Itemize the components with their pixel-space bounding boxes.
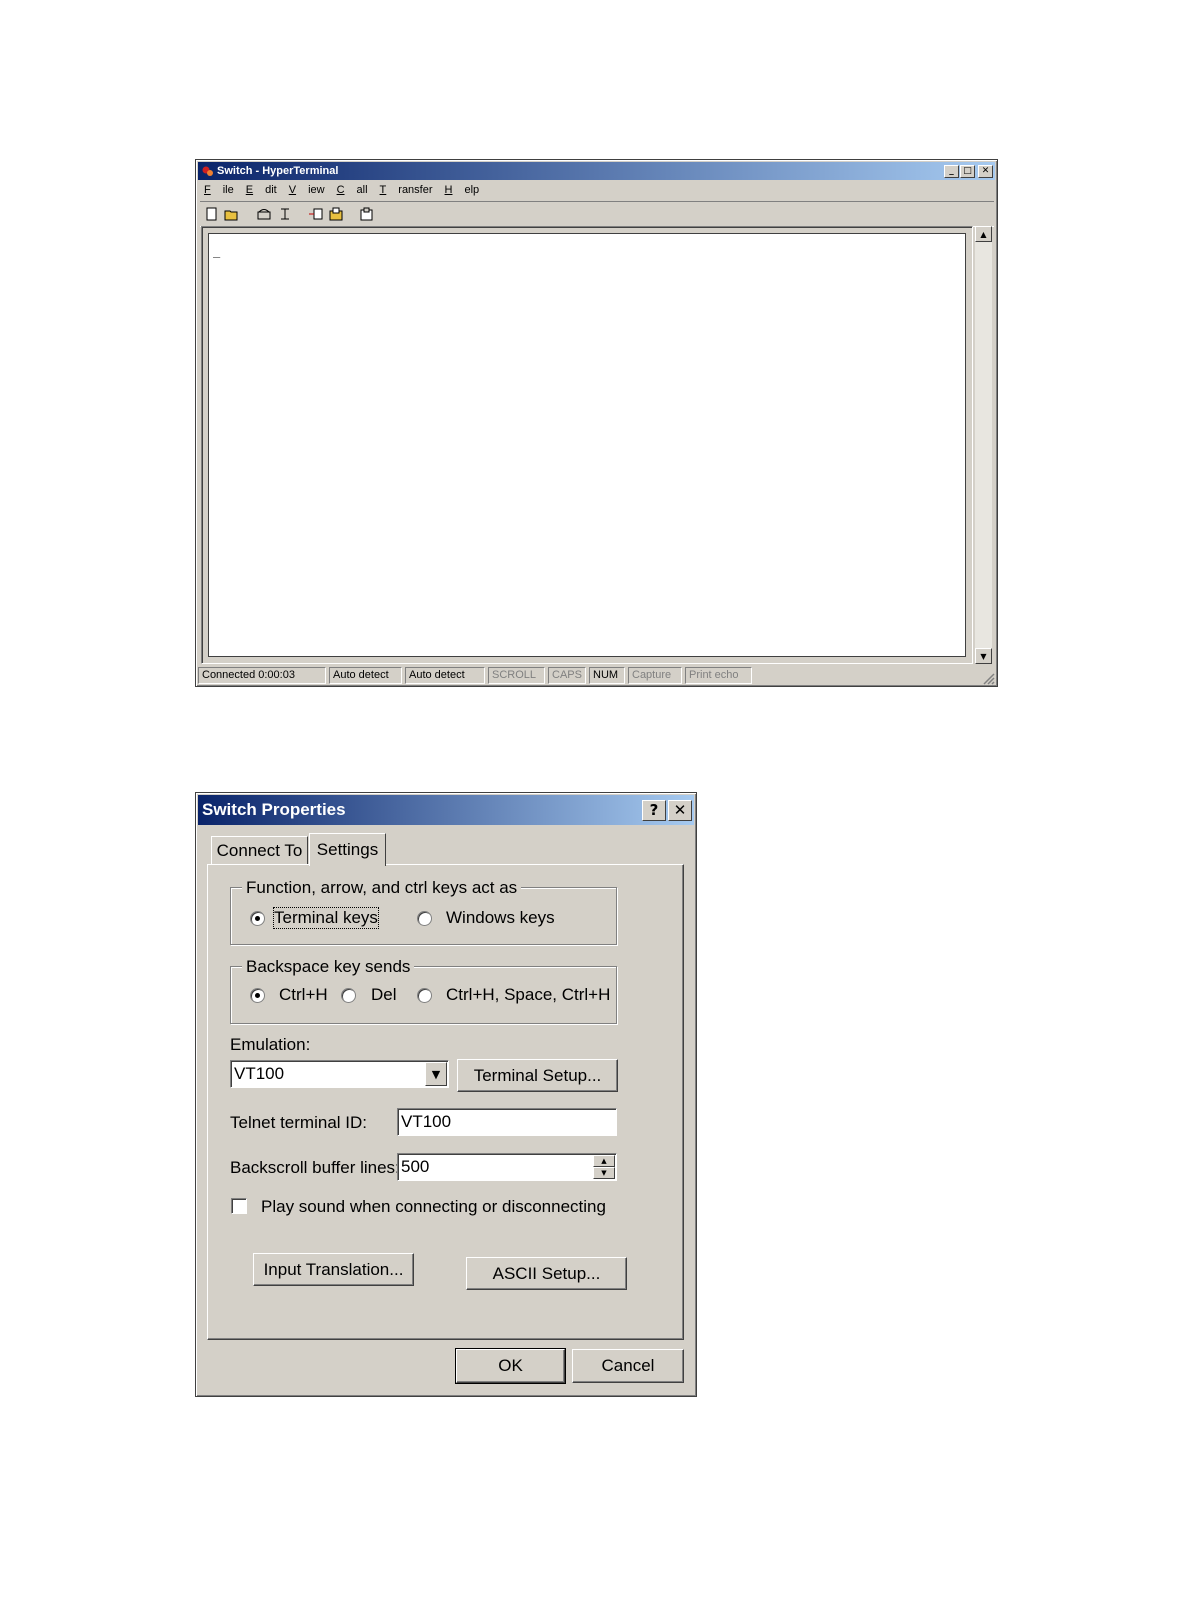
ctrl-h-space-label[interactable]: Ctrl+H, Space, Ctrl+H (446, 985, 610, 1005)
emulation-select[interactable]: VT100 ▼ (230, 1060, 449, 1088)
telnet-input[interactable]: VT100 (397, 1108, 617, 1136)
dialog-title-bar[interactable]: Switch Properties ? ✕ (198, 795, 694, 825)
chevron-down-icon[interactable]: ▼ (425, 1062, 447, 1086)
del-radio[interactable] (341, 988, 356, 1003)
status-scroll: SCROLL (488, 667, 545, 684)
stepper-down-icon[interactable]: ▼ (593, 1167, 615, 1179)
properties-icon[interactable] (357, 204, 377, 224)
cancel-button[interactable]: Cancel (572, 1349, 684, 1383)
menu-file[interactable]: File (204, 184, 234, 196)
status-bar: Connected 0:00:03 Auto detect Auto detec… (198, 667, 995, 685)
status-connected: Connected 0:00:03 (198, 667, 326, 684)
menu-view[interactable]: View (289, 184, 325, 196)
window-title: Switch - HyperTerminal (217, 165, 339, 177)
scroll-down-icon[interactable]: ▼ (975, 648, 992, 664)
status-caps: CAPS (548, 667, 586, 684)
status-print-echo: Print echo (685, 667, 752, 684)
menu-bar: File Edit View Call Transfer Help (204, 182, 491, 198)
status-auto-detect-1: Auto detect (329, 667, 402, 684)
terminal-setup-button[interactable]: Terminal Setup... (457, 1059, 618, 1092)
input-translation-button[interactable]: Input Translation... (253, 1253, 414, 1286)
close-icon[interactable]: ✕ (978, 164, 993, 178)
backscroll-stepper[interactable]: ▲ ▼ (593, 1155, 615, 1179)
new-icon[interactable] (202, 204, 222, 224)
stepper-up-icon[interactable]: ▲ (593, 1155, 615, 1167)
menu-call[interactable]: Call (337, 184, 368, 196)
hyperterminal-window: Switch - HyperTerminal _ □ ✕ File Edit V… (195, 159, 998, 687)
status-auto-detect-2: Auto detect (405, 667, 485, 684)
maximize-icon[interactable]: □ (960, 164, 975, 178)
menu-transfer[interactable]: Transfer (380, 184, 433, 196)
minimize-icon[interactable]: _ (944, 164, 959, 178)
terminal-keys-label[interactable]: Terminal keys (273, 907, 379, 929)
ctrl-h-space-radio[interactable] (417, 988, 432, 1003)
emulation-value: VT100 (234, 1064, 285, 1083)
backscroll-input[interactable]: 500 ▲ ▼ (397, 1153, 617, 1181)
ok-button[interactable]: OK (455, 1348, 566, 1384)
play-sound-checkbox[interactable] (231, 1198, 247, 1214)
terminal-area[interactable]: _ (201, 226, 973, 664)
backspace-group-label: Backspace key sends (242, 957, 415, 977)
play-sound-label[interactable]: Play sound when connecting or disconnect… (261, 1197, 606, 1217)
terminal-cursor: _ (213, 244, 221, 258)
tab-connect-to[interactable]: Connect To (211, 836, 308, 865)
emulation-label: Emulation: (230, 1035, 311, 1054)
telnet-label: Telnet terminal ID: (230, 1113, 367, 1132)
dialog-title: Switch Properties (202, 800, 346, 819)
open-icon[interactable] (222, 204, 242, 224)
tab-settings[interactable]: Settings (309, 833, 386, 866)
call-icon[interactable] (254, 204, 274, 224)
close-icon[interactable]: ✕ (668, 799, 692, 821)
menu-help[interactable]: Help (445, 184, 480, 196)
ascii-setup-button[interactable]: ASCII Setup... (466, 1257, 627, 1290)
send-icon[interactable] (306, 204, 326, 224)
settings-panel: Function, arrow, and ctrl keys act as Te… (207, 864, 684, 1340)
terminal-keys-radio[interactable] (250, 911, 265, 926)
windows-keys-radio[interactable] (417, 911, 432, 926)
receive-icon[interactable] (326, 204, 346, 224)
backscroll-value: 500 (401, 1157, 430, 1176)
help-icon[interactable]: ? (642, 799, 666, 821)
toolbar (200, 201, 994, 227)
menu-edit[interactable]: Edit (246, 184, 277, 196)
disconnect-icon[interactable] (275, 204, 295, 224)
ctrl-h-label[interactable]: Ctrl+H (279, 985, 328, 1005)
status-num: NUM (589, 667, 625, 684)
app-icon (202, 165, 214, 177)
backscroll-label: Backscroll buffer lines: (230, 1158, 400, 1177)
keys-group-label: Function, arrow, and ctrl keys act as (242, 878, 522, 898)
vertical-scrollbar[interactable]: ▲ ▼ (975, 226, 992, 664)
resize-grip-icon[interactable] (981, 671, 995, 685)
status-capture: Capture (628, 667, 682, 684)
title-bar[interactable]: Switch - HyperTerminal _ □ ✕ (198, 162, 995, 180)
scroll-up-icon[interactable]: ▲ (975, 226, 992, 242)
del-label[interactable]: Del (371, 985, 397, 1005)
ctrl-h-radio[interactable] (250, 988, 265, 1003)
properties-dialog: Switch Properties ? ✕ Connect To Setting… (195, 792, 697, 1397)
windows-keys-label[interactable]: Windows keys (446, 908, 555, 928)
